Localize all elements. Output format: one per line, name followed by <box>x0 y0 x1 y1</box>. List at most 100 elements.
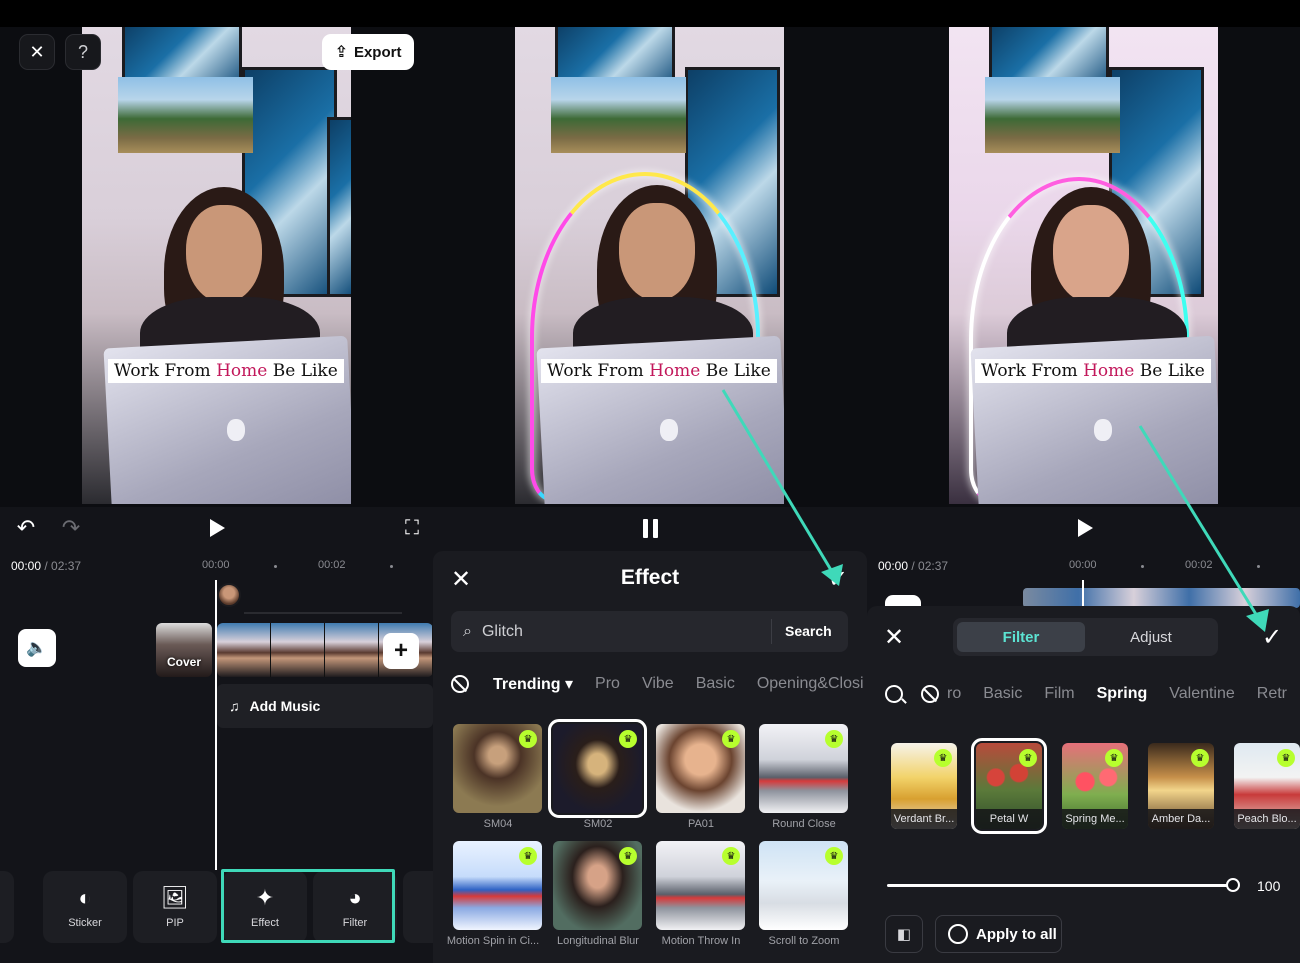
video-preview[interactable]: Work From Home Be Like <box>515 27 784 504</box>
help-icon: ? <box>77 41 88 62</box>
play-button[interactable] <box>1068 513 1098 543</box>
effect-tile-motion-throw-in[interactable]: ♛ <box>656 841 745 930</box>
timeline-dot <box>274 565 277 568</box>
tool-pip[interactable]: 🖼 PIP <box>133 871 217 943</box>
play-icon <box>1077 519 1093 537</box>
close-filter-button[interactable]: ✕ <box>879 622 909 652</box>
filter-tile-peach[interactable]: ♛ Peach Blo... <box>1234 743 1300 829</box>
apply-to-all-button[interactable]: Apply to all <box>935 915 1062 953</box>
add-clip-button[interactable]: + <box>383 633 419 669</box>
filter-categories: ro Basic Film Spring Valentine Retr <box>885 682 1300 706</box>
time-readout: 00:00 / 02:37 <box>878 559 949 573</box>
close-button[interactable]: ✕ <box>19 34 55 70</box>
crown-icon: ♛ <box>1277 749 1295 767</box>
export-button[interactable]: ⇪ Export <box>322 34 414 70</box>
effect-label: SM02 <box>583 818 613 830</box>
check-icon: ✓ <box>1261 623 1283 651</box>
search-icon[interactable] <box>885 685 903 703</box>
mute-button[interactable]: 🔈 <box>18 629 56 667</box>
video-preview[interactable]: Work From Home Be Like <box>949 27 1218 504</box>
effect-title: Effect <box>620 566 680 589</box>
effect-tile-pa01[interactable]: ♛ <box>656 724 745 813</box>
tool-prev[interactable] <box>0 871 14 943</box>
filter-tile-petal[interactable]: ♛ Petal W <box>971 738 1047 834</box>
no-effect-icon[interactable] <box>451 675 469 693</box>
clip-thumbnail <box>217 623 271 677</box>
keyframe-avatar[interactable] <box>217 583 241 607</box>
video-preview[interactable]: Work From Home Be Like <box>82 27 351 504</box>
tab-filter[interactable]: Filter <box>957 622 1085 652</box>
effect-search-input[interactable]: ⌕ Glitch Search <box>451 611 848 652</box>
pip-icon: 🖼 <box>161 885 189 910</box>
category-spring[interactable]: Spring <box>1097 685 1148 703</box>
category-basic[interactable]: Basic <box>983 685 1022 703</box>
crown-icon: ♛ <box>519 730 537 748</box>
confirm-effect-button[interactable]: ✓ <box>823 564 853 594</box>
undo-button[interactable]: ↶ <box>11 513 41 543</box>
apply-all-checkbox[interactable] <box>948 924 968 944</box>
cover-label: Cover <box>166 655 201 669</box>
close-icon: ✕ <box>883 623 905 651</box>
speaker-icon: 🔈 <box>26 638 48 657</box>
tab-adjust[interactable]: Adjust <box>1087 622 1215 652</box>
intensity-value: 100 <box>1257 878 1281 894</box>
play-icon <box>209 519 225 537</box>
wall-painting <box>327 117 351 297</box>
category-opening-closing[interactable]: Opening&Closi <box>757 675 864 693</box>
search-divider <box>771 619 772 644</box>
effect-tile-scroll-to-zoom[interactable]: ♛ <box>759 841 848 930</box>
effect-tile-sm02[interactable]: ♛ <box>548 719 647 818</box>
category-vibe[interactable]: Vibe <box>642 675 674 693</box>
status-bar <box>867 0 1300 27</box>
time-readout: 00:00 / 02:37 <box>11 559 82 573</box>
category-film[interactable]: Film <box>1044 685 1074 703</box>
sticker-icon: ◐ <box>78 885 92 910</box>
filter-tile-amber[interactable]: ♛ Amber Da... <box>1148 743 1214 829</box>
fullscreen-icon: ⛶ <box>405 516 419 539</box>
person-face <box>186 205 262 303</box>
status-bar <box>433 0 867 27</box>
filter-tile-verdant[interactable]: ♛ Verdant Br... <box>891 743 957 829</box>
timeline-tick: 00:00 <box>1069 559 1097 571</box>
no-filter-icon[interactable] <box>921 685 939 703</box>
category-basic[interactable]: Basic <box>696 675 735 693</box>
person-face <box>619 203 695 301</box>
crown-icon: ♛ <box>619 847 637 865</box>
effect-label: Scroll to Zoom <box>768 935 840 947</box>
effect-tile-round-close[interactable]: ♛ <box>759 724 848 813</box>
crown-icon: ♛ <box>1105 749 1123 767</box>
effect-tile-longitudinal-blur[interactable]: ♛ <box>553 841 642 930</box>
search-button[interactable]: Search <box>785 623 832 639</box>
add-music-button[interactable]: ♫ Add Music <box>217 684 433 728</box>
filter-panel: Work From Home Be Like 00:00 / 02:37 00:… <box>867 0 1300 963</box>
play-button[interactable] <box>200 513 230 543</box>
category-valentine[interactable]: Valentine <box>1169 685 1235 703</box>
timeline-tick: 00:02 <box>318 559 346 571</box>
compare-button[interactable]: ◧ <box>885 915 923 953</box>
help-button[interactable]: ? <box>65 34 101 70</box>
category-retro[interactable]: Retr <box>1257 685 1287 703</box>
video-clip-strip[interactable] <box>1023 588 1300 608</box>
tool-sticker[interactable]: ◐ Sticker <box>43 871 127 943</box>
effect-label: Motion Throw In <box>661 935 741 947</box>
pause-button[interactable] <box>635 513 665 543</box>
search-icon: ⌕ <box>463 622 472 640</box>
category-pro[interactable]: Pro <box>595 675 620 693</box>
effect-label: Round Close <box>772 818 836 830</box>
intensity-slider-knob[interactable] <box>1226 878 1240 892</box>
tool-next[interactable] <box>403 871 433 943</box>
fullscreen-button[interactable]: ⛶ <box>397 513 427 543</box>
intensity-slider-track[interactable] <box>887 884 1233 887</box>
close-icon: ✕ <box>29 41 45 62</box>
cover-button[interactable]: Cover <box>156 623 212 677</box>
video-caption: Work From Home Be Like <box>108 359 344 383</box>
effect-tile-motion-spin[interactable]: ♛ <box>453 841 542 930</box>
confirm-filter-button[interactable]: ✓ <box>1257 622 1287 652</box>
undo-icon: ↶ <box>16 515 36 540</box>
redo-button[interactable]: ↷ <box>56 513 86 543</box>
category-trending[interactable]: Trending ▾ <box>493 674 573 694</box>
playhead[interactable] <box>215 580 217 870</box>
filter-tile-spring-me[interactable]: ♛ Spring Me... <box>1062 743 1128 829</box>
category-retro-partial[interactable]: ro <box>947 685 961 703</box>
effect-tile-sm04[interactable]: ♛ <box>453 724 542 813</box>
